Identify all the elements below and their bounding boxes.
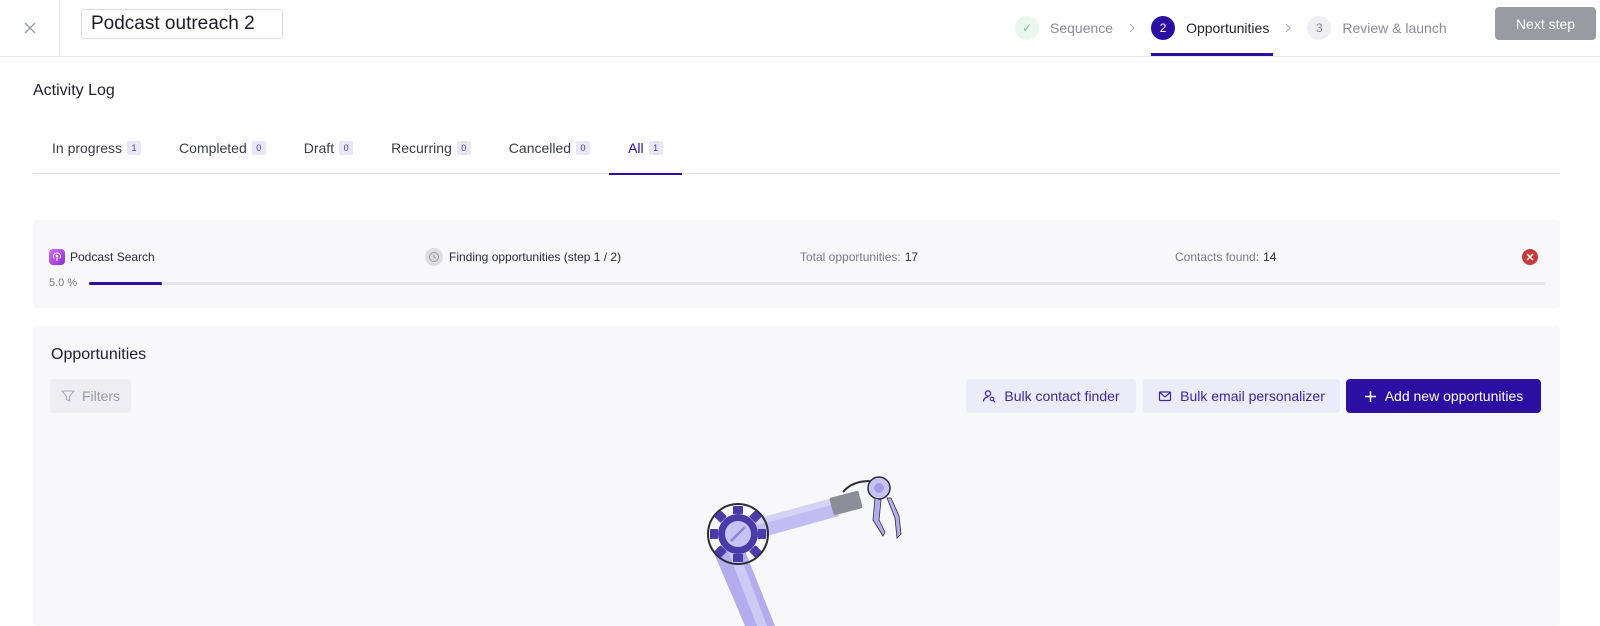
total-opportunities: Total opportunities: 17 [800, 250, 918, 264]
tab-all[interactable]: All 1 [609, 121, 682, 175]
close-icon [24, 22, 35, 34]
podcast-icon [49, 249, 65, 265]
tab-bar: In progress 1 Completed 0 Draft 0 Recurr… [33, 121, 1560, 175]
add-label: Add new opportunities [1384, 388, 1524, 404]
bulk-email-label: Bulk email personalizer [1180, 388, 1325, 404]
tab-completed[interactable]: Completed 0 [160, 121, 285, 174]
filters-label: Filters [81, 388, 121, 404]
tab-label: Recurring [391, 139, 452, 156]
count-badge: 1 [648, 140, 663, 155]
opportunities-title: Opportunities [51, 346, 147, 363]
step-label: Sequence [1050, 20, 1114, 36]
step-number: 3 [1307, 16, 1332, 40]
progress-bar [89, 282, 1545, 285]
page-title: Activity Log [33, 82, 115, 99]
bulk-contact-finder-button[interactable]: Bulk contact finder [966, 379, 1136, 413]
tab-label: Completed [179, 139, 247, 156]
step-sequence[interactable]: ✓ Sequence [1015, 0, 1113, 56]
tab-recurring[interactable]: Recurring 0 [372, 121, 490, 174]
source-label: Podcast Search [70, 250, 155, 264]
tab-label: Draft [303, 139, 335, 156]
tab-draft[interactable]: Draft 0 [285, 121, 372, 174]
step-number: 2 [1151, 16, 1176, 40]
contacts-label: Contacts found: [1175, 250, 1260, 264]
count-badge: 0 [456, 140, 471, 155]
chevron-right-icon [1129, 23, 1135, 33]
count-badge: 1 [127, 140, 142, 155]
tab-label: Cancelled [508, 139, 572, 156]
step-label: Review & launch [1342, 20, 1447, 36]
bulk-contact-label: Bulk contact finder [1004, 388, 1120, 404]
contacts-value: 14 [1263, 250, 1277, 264]
close-button[interactable] [0, 0, 60, 56]
next-step-button[interactable]: Next step [1495, 7, 1596, 40]
activity-status: Finding opportunities (step 1 / 2) [425, 248, 621, 266]
opportunities-card: Opportunities Filters Bulk contact finde… [33, 326, 1560, 626]
robot-arm-illustration [707, 476, 902, 626]
plus-icon [1364, 390, 1376, 402]
add-new-opportunities-button[interactable]: Add new opportunities [1346, 379, 1541, 413]
mail-icon [1159, 391, 1172, 402]
user-search-icon [983, 390, 996, 403]
contacts-found: Contacts found: 14 [1175, 250, 1276, 264]
campaign-title-input[interactable] [81, 9, 283, 39]
filters-button[interactable]: Filters [50, 379, 131, 413]
cancel-icon[interactable] [1522, 249, 1538, 265]
tab-in-progress[interactable]: In progress 1 [33, 121, 160, 174]
bulk-email-personalizer-button[interactable]: Bulk email personalizer [1143, 379, 1340, 413]
clock-icon [425, 248, 443, 266]
filter-icon [61, 390, 75, 402]
tab-label: In progress [52, 139, 123, 156]
total-label: Total opportunities: [800, 250, 901, 264]
count-badge: 0 [576, 140, 591, 155]
total-value: 17 [904, 250, 919, 264]
stepper: ✓ Sequence 2 Opportunities 3 Review & la… [1015, 0, 1447, 56]
step-opportunities[interactable]: 2 Opportunities [1151, 0, 1274, 56]
progress-fill [89, 282, 162, 285]
activity-source: Podcast Search [49, 249, 155, 265]
chevron-right-icon [1285, 23, 1292, 33]
count-badge: 0 [339, 140, 354, 155]
step-label: Opportunities [1186, 20, 1270, 36]
tab-label: All [628, 139, 644, 156]
tab-cancelled[interactable]: Cancelled 0 [490, 121, 609, 174]
status-label: Finding opportunities (step 1 / 2) [449, 250, 622, 264]
count-badge: 0 [251, 140, 266, 155]
top-bar: ✓ Sequence 2 Opportunities 3 Review & la… [0, 0, 1600, 57]
step-review-launch[interactable]: 3 Review & launch [1307, 0, 1447, 56]
check-icon: ✓ [1015, 16, 1039, 40]
activity-card: Podcast Search Finding opportunities (st… [33, 220, 1560, 308]
progress-percent: 5.0 % [49, 277, 78, 289]
